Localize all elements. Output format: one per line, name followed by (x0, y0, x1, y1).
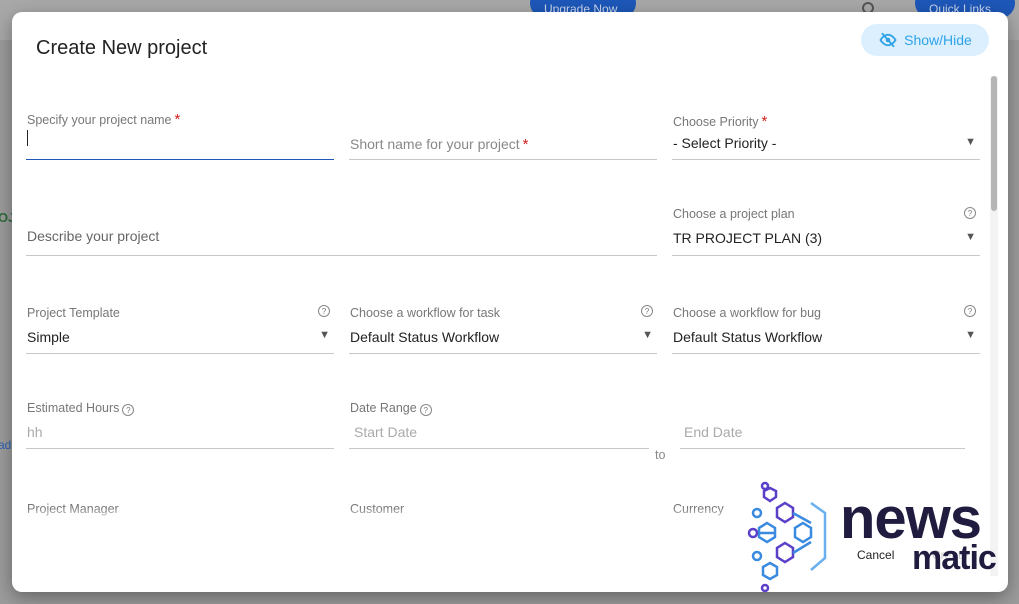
caret-down-icon: ▼ (319, 329, 330, 341)
caret-down-icon: ▼ (965, 231, 976, 243)
text-cursor (27, 130, 28, 146)
scrollbar[interactable] (990, 76, 998, 576)
help-icon[interactable]: ? (318, 305, 330, 317)
priority-select[interactable]: Choose Priority * - Select Priority - ▼ (672, 108, 980, 160)
project-name-input[interactable]: Specify your project name * (26, 108, 334, 160)
date-range-label: Date Range (350, 401, 417, 415)
caret-down-icon: ▼ (642, 329, 653, 341)
project-name-label: Specify your project name (27, 113, 172, 127)
end-date-input[interactable]: End Date (680, 420, 965, 449)
description-input[interactable]: Describe your project (26, 222, 657, 256)
help-icon[interactable]: ? (122, 404, 135, 416)
caret-down-icon: ▼ (965, 329, 976, 341)
date-range-separator: to (655, 448, 666, 462)
project-template-value: Simple (27, 329, 70, 345)
eye-off-icon (879, 32, 897, 48)
priority-label: Choose Priority (673, 115, 759, 129)
newsmatic-watermark (745, 478, 840, 598)
task-workflow-label: Choose a workflow for task (350, 306, 501, 320)
watermark-text-matic: matic (912, 539, 997, 577)
task-workflow-value: Default Status Workflow (350, 329, 500, 345)
project-plan-select[interactable]: Choose a project plan ? TR PROJECT PLAN … (672, 204, 980, 256)
required-mark: * (761, 113, 768, 130)
required-mark: * (174, 111, 181, 128)
start-date-input[interactable]: Start Date (349, 420, 649, 449)
scrollbar-thumb[interactable] (991, 76, 997, 211)
show-hide-label: Show/Hide (904, 32, 972, 48)
short-name-placeholder: Short name for your project (350, 136, 520, 152)
priority-value: - Select Priority - (673, 135, 777, 151)
short-name-input[interactable]: Short name for your project * (349, 130, 657, 160)
project-plan-value: TR PROJECT PLAN (3) (673, 230, 823, 246)
project-template-select[interactable]: Project Template ? Simple ▼ (26, 302, 334, 354)
project-template-label: Project Template (27, 306, 120, 320)
bug-workflow-label: Choose a workflow for bug (673, 306, 821, 320)
show-hide-button[interactable]: Show/Hide (861, 24, 989, 56)
caret-down-icon: ▼ (965, 136, 976, 148)
description-placeholder: Describe your project (27, 228, 160, 244)
help-icon[interactable]: ? (964, 305, 976, 317)
help-icon[interactable]: ? (641, 305, 653, 317)
end-date-placeholder: End Date (684, 424, 743, 440)
estimated-hours-label: Estimated Hours (27, 401, 120, 415)
task-workflow-select[interactable]: Choose a workflow for task ? Default Sta… (349, 302, 657, 354)
project-plan-label: Choose a project plan (673, 207, 795, 221)
estimated-hours-placeholder: hh (27, 424, 43, 440)
watermark-text-news: news (840, 486, 982, 551)
help-icon[interactable]: ? (419, 404, 432, 416)
help-icon[interactable]: ? (964, 207, 976, 219)
bug-workflow-select[interactable]: Choose a workflow for bug ? Default Stat… (672, 302, 980, 354)
required-mark: * (522, 136, 529, 153)
start-date-placeholder: Start Date (354, 424, 418, 440)
molecule-logo-icon (747, 481, 827, 593)
bug-workflow-value: Default Status Workflow (673, 329, 823, 345)
dialog-title: Create New project (36, 37, 208, 59)
estimated-hours-input[interactable]: Estimated Hours? hh (26, 398, 334, 449)
